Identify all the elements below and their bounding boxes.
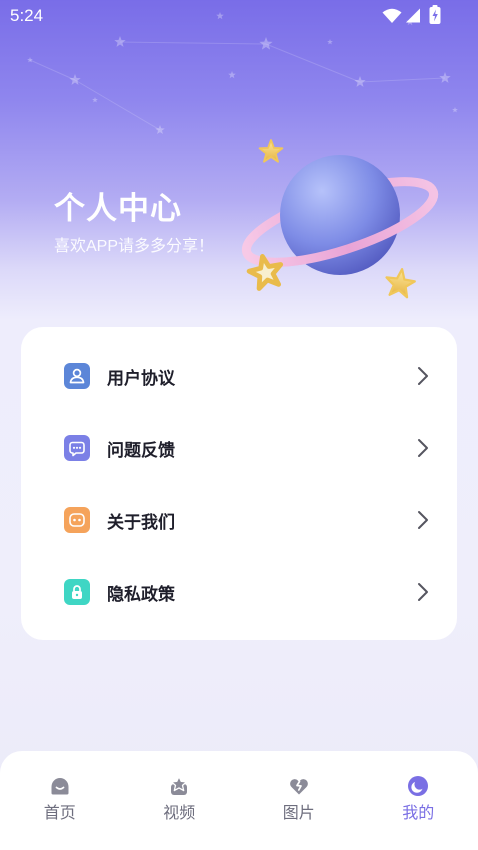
nav-item-label: 视频 — [163, 805, 196, 822]
nav-item-picture[interactable]: 图片 — [239, 751, 359, 850]
nav-item-label: 我的 — [402, 805, 435, 822]
menu-item-about-us[interactable]: 关于我们 — [21, 484, 457, 556]
background-star — [439, 72, 451, 83]
chevron-right-icon — [417, 366, 429, 386]
constellation-line — [29, 59, 76, 81]
background-star — [327, 39, 333, 45]
menu-item-label: 用户协议 — [107, 368, 175, 388]
constellation-line — [265, 43, 361, 83]
menu-item-label: 隐私政策 — [107, 584, 175, 604]
user-agreement-icon — [64, 363, 90, 389]
bottom-nav: 首页 视频 图片 我的 — [0, 751, 478, 850]
video-icon — [168, 775, 190, 797]
chevron-right-icon — [417, 510, 429, 530]
chevron-right-icon — [417, 582, 429, 602]
battery-charging-icon — [429, 5, 441, 24]
profile-screen: 5:24 个人中心 喜欢APP请多多分享！ 用户协议 问题反馈 关于我们 隐私政… — [0, 0, 478, 850]
about-us-icon — [64, 507, 90, 533]
page-subtitle: 喜欢APP请多多分享！ — [54, 238, 215, 255]
nav-item-video[interactable]: 视频 — [120, 751, 240, 850]
background-star — [155, 125, 165, 135]
background-star — [452, 107, 458, 113]
constellation-line — [359, 77, 446, 83]
wifi-icon — [382, 8, 402, 24]
home-icon — [49, 775, 71, 797]
menu-item-user-agreement[interactable]: 用户协议 — [21, 340, 457, 412]
menu-card: 用户协议 问题反馈 关于我们 隐私政策 — [21, 327, 457, 640]
gold-star — [260, 140, 283, 162]
status-bar: 5:24 — [0, 0, 478, 32]
nav-item-label: 首页 — [43, 805, 76, 822]
background-star — [228, 71, 236, 79]
menu-item-label: 问题反馈 — [107, 440, 175, 460]
profile-icon — [407, 775, 429, 797]
privacy-lock-icon — [64, 579, 90, 605]
status-time: 5:24 — [10, 6, 44, 25]
feedback-icon — [64, 435, 90, 461]
nav-item-home[interactable]: 首页 — [0, 751, 120, 850]
nav-item-label: 图片 — [282, 805, 315, 822]
picture-icon — [288, 775, 310, 797]
background-star — [92, 97, 98, 103]
gold-star — [384, 267, 416, 298]
planet-illustration — [230, 130, 439, 305]
background-star — [27, 57, 33, 63]
constellation-line — [74, 79, 161, 131]
cellular-signal-icon — [405, 8, 421, 23]
background-star — [354, 76, 366, 87]
chevron-right-icon — [417, 438, 429, 458]
nav-item-profile[interactable]: 我的 — [359, 751, 478, 850]
menu-item-feedback[interactable]: 问题反馈 — [21, 412, 457, 484]
menu-item-privacy-policy[interactable]: 隐私政策 — [21, 556, 457, 628]
page-title: 个人中心 — [54, 191, 182, 226]
background-star — [69, 74, 81, 85]
constellation-line — [119, 41, 267, 45]
background-star — [114, 36, 126, 47]
menu-item-label: 关于我们 — [107, 512, 175, 532]
background-star — [259, 37, 273, 50]
